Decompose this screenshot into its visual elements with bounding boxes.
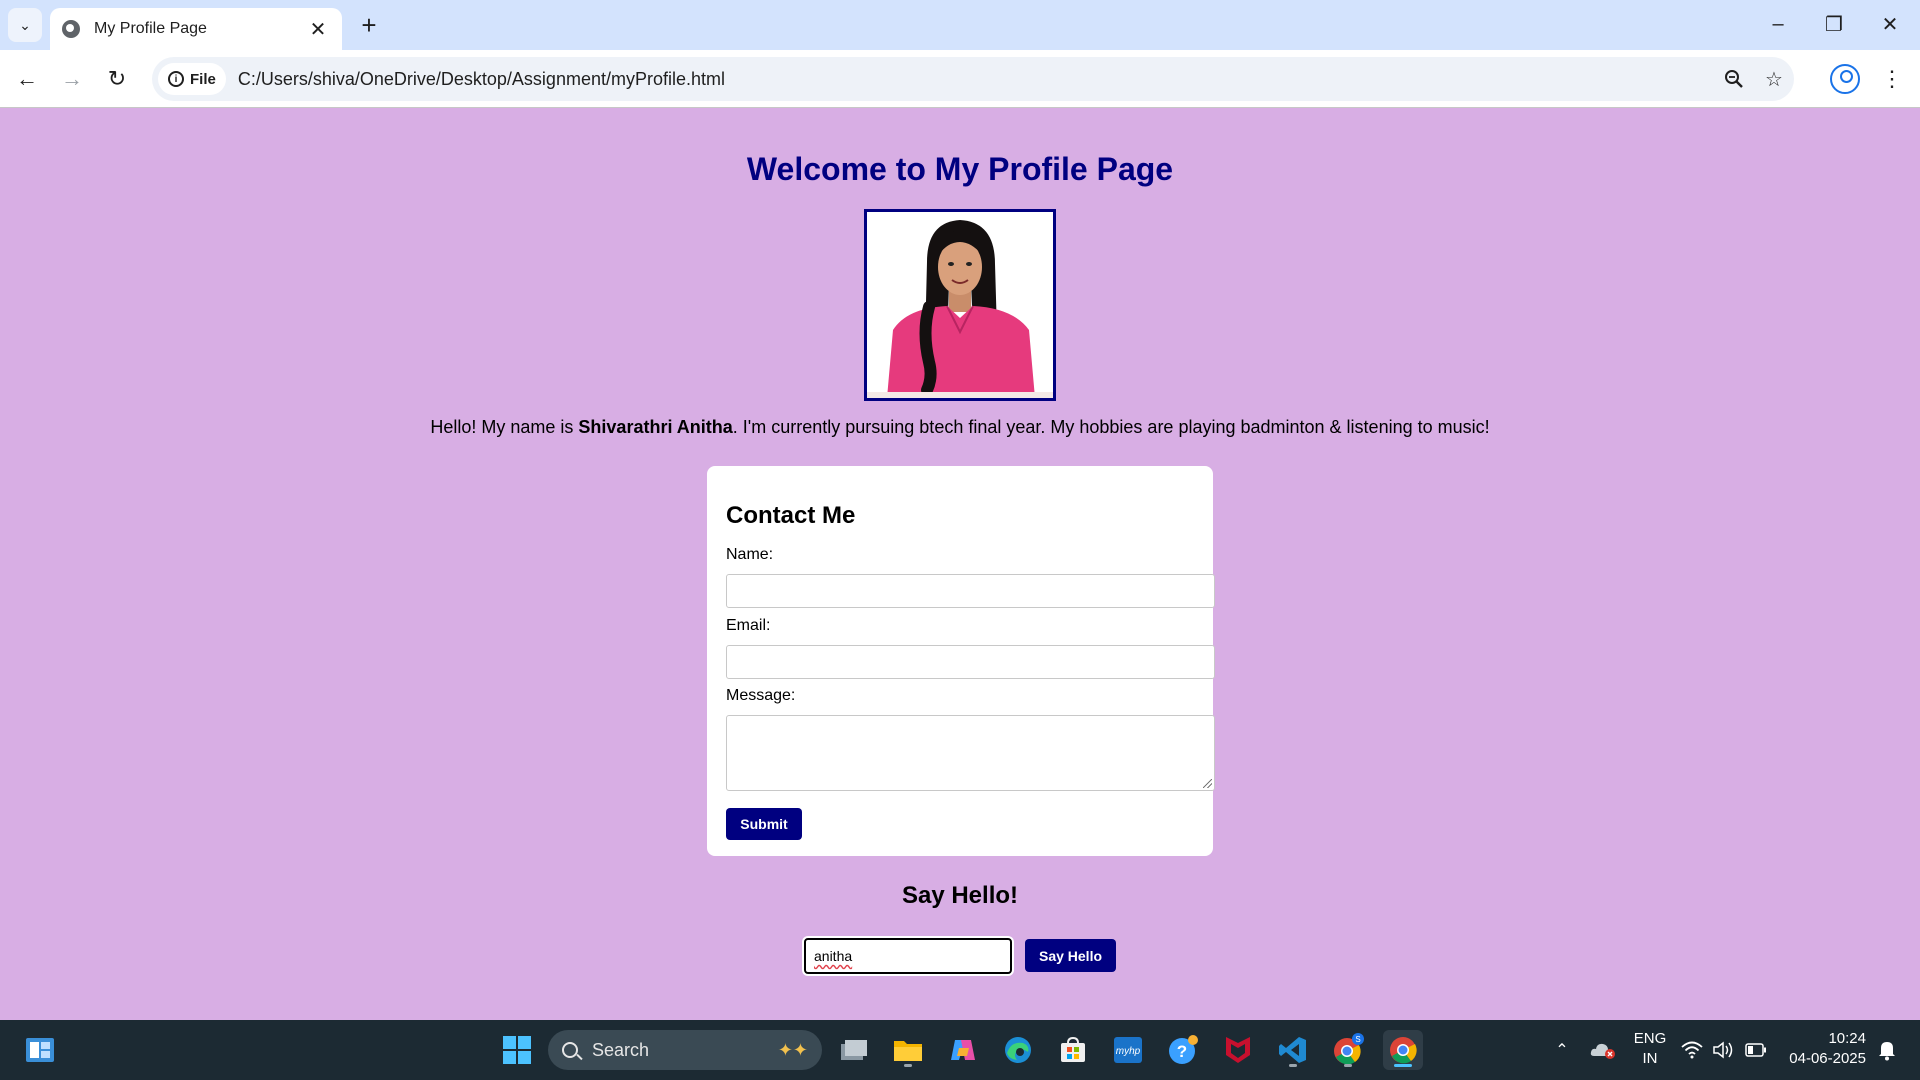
mcafee-icon[interactable] bbox=[1218, 1030, 1258, 1070]
intro-after: . I'm currently pursuing btech final yea… bbox=[732, 417, 1490, 437]
contact-title: Contact Me bbox=[726, 502, 856, 529]
hello-name-input[interactable]: anitha bbox=[804, 938, 1012, 974]
tab-title: My Profile Page bbox=[94, 20, 207, 37]
email-label: Email: bbox=[726, 617, 771, 634]
browser-tab-bar: ⌄ My Profile Page ✕ + – ❐ ✕ bbox=[0, 0, 1920, 50]
battery-icon[interactable] bbox=[1741, 1030, 1771, 1070]
file-explorer-icon[interactable] bbox=[888, 1030, 928, 1070]
copilot-sparkle-icon: ✦✦ bbox=[777, 1039, 808, 1060]
chrome-profile-icon[interactable]: S bbox=[1328, 1030, 1368, 1070]
say-hello-button[interactable]: Say Hello bbox=[1025, 939, 1116, 972]
site-info-label: File bbox=[190, 70, 216, 88]
wifi-icon[interactable] bbox=[1677, 1030, 1707, 1070]
edge-icon[interactable] bbox=[998, 1030, 1038, 1070]
globe-icon bbox=[62, 20, 80, 38]
page-title: Welcome to My Profile Page bbox=[746, 151, 1174, 187]
microsoft-store-icon[interactable] bbox=[1053, 1030, 1093, 1070]
zoom-icon[interactable] bbox=[1714, 61, 1754, 97]
volume-icon[interactable] bbox=[1709, 1030, 1739, 1070]
new-tab-button[interactable]: + bbox=[354, 10, 384, 40]
restore-icon[interactable]: ❐ bbox=[1814, 8, 1854, 40]
svg-text:myhp: myhp bbox=[1116, 1046, 1141, 1057]
running-indicator bbox=[1289, 1064, 1297, 1067]
window-close-icon[interactable]: ✕ bbox=[1870, 8, 1910, 40]
forward-arrow-icon[interactable]: → bbox=[55, 62, 89, 96]
start-icon[interactable] bbox=[497, 1030, 537, 1070]
url-text[interactable]: C:/Users/shiva/OneDrive/Desktop/Assignme… bbox=[238, 69, 1714, 90]
info-icon: i bbox=[168, 71, 184, 87]
clock[interactable]: 10:24 04-06-2025 bbox=[1782, 1029, 1866, 1069]
notification-bell-icon[interactable] bbox=[1872, 1030, 1902, 1070]
message-textarea[interactable] bbox=[726, 715, 1215, 791]
running-indicator bbox=[904, 1064, 912, 1067]
chevron-down-icon: ⌄ bbox=[19, 16, 31, 33]
svg-text:?: ? bbox=[1177, 1042, 1187, 1061]
hello-input-value: anitha bbox=[814, 948, 853, 964]
clock-time: 10:24 bbox=[1828, 1030, 1866, 1047]
close-tab-icon[interactable]: ✕ bbox=[306, 17, 330, 42]
contact-form: Contact Me Name: Email: Message: Submit bbox=[707, 466, 1215, 856]
taskbar-search[interactable]: Search ✦✦ bbox=[548, 1030, 822, 1070]
name-field[interactable] bbox=[726, 574, 1215, 608]
windows-taskbar: Search ✦✦ myhp ? S ⌃ ENG IN 10:24 04-06-… bbox=[0, 1020, 1920, 1080]
intro-name: Shivarathri Anitha bbox=[578, 417, 733, 437]
help-icon[interactable]: ? bbox=[1163, 1030, 1203, 1070]
back-arrow-icon[interactable]: ← bbox=[10, 62, 44, 96]
say-hello-title: Say Hello! bbox=[901, 882, 1019, 909]
browser-toolbar: ← → ↻ i File C:/Users/shiva/OneDrive/Des… bbox=[0, 50, 1920, 108]
language-code: ENG bbox=[1633, 1030, 1667, 1047]
clock-date: 04-06-2025 bbox=[1789, 1050, 1866, 1067]
profile-photo bbox=[864, 209, 1056, 401]
intro-text: Hello! My name is Shivarathri Anitha. I'… bbox=[0, 417, 1920, 438]
tab-search-button[interactable]: ⌄ bbox=[8, 8, 42, 42]
message-label: Message: bbox=[726, 687, 796, 704]
language-indicator[interactable]: ENG IN bbox=[1628, 1029, 1672, 1069]
submit-button[interactable]: Submit bbox=[726, 808, 802, 840]
copilot-icon[interactable] bbox=[943, 1030, 983, 1070]
minimize-icon[interactable]: – bbox=[1758, 8, 1798, 40]
site-info-chip[interactable]: i File bbox=[158, 63, 226, 95]
intro-before: Hello! My name is bbox=[430, 417, 579, 437]
region-code: IN bbox=[1642, 1050, 1658, 1067]
email-field[interactable] bbox=[726, 645, 1215, 679]
address-bar[interactable]: i File C:/Users/shiva/OneDrive/Desktop/A… bbox=[152, 57, 1794, 101]
onedrive-error-icon[interactable] bbox=[1583, 1030, 1623, 1070]
bookmark-star-icon[interactable]: ☆ bbox=[1754, 61, 1794, 97]
profile-icon[interactable] bbox=[1830, 64, 1860, 94]
myhp-icon[interactable]: myhp bbox=[1108, 1030, 1148, 1070]
vscode-icon[interactable] bbox=[1273, 1030, 1313, 1070]
search-icon bbox=[562, 1042, 578, 1058]
running-indicator-active bbox=[1394, 1064, 1412, 1067]
page-content: Welcome to My Profile Page Hello! My nam… bbox=[0, 109, 1920, 1020]
reload-icon[interactable]: ↻ bbox=[100, 62, 134, 96]
resize-grip-icon[interactable] bbox=[1203, 779, 1212, 788]
name-label: Name: bbox=[726, 546, 774, 563]
running-indicator bbox=[1344, 1064, 1352, 1067]
active-tab[interactable]: My Profile Page ✕ bbox=[50, 8, 342, 50]
task-view-icon[interactable] bbox=[834, 1030, 874, 1070]
chrome-icon[interactable] bbox=[1383, 1030, 1423, 1070]
more-menu-icon[interactable]: ⋮ bbox=[1880, 62, 1904, 96]
widgets-icon[interactable] bbox=[20, 1030, 60, 1070]
show-hidden-icons[interactable]: ⌃ bbox=[1542, 1030, 1582, 1070]
svg-text:S: S bbox=[1355, 1035, 1360, 1044]
taskbar-search-placeholder: Search bbox=[592, 1039, 650, 1060]
